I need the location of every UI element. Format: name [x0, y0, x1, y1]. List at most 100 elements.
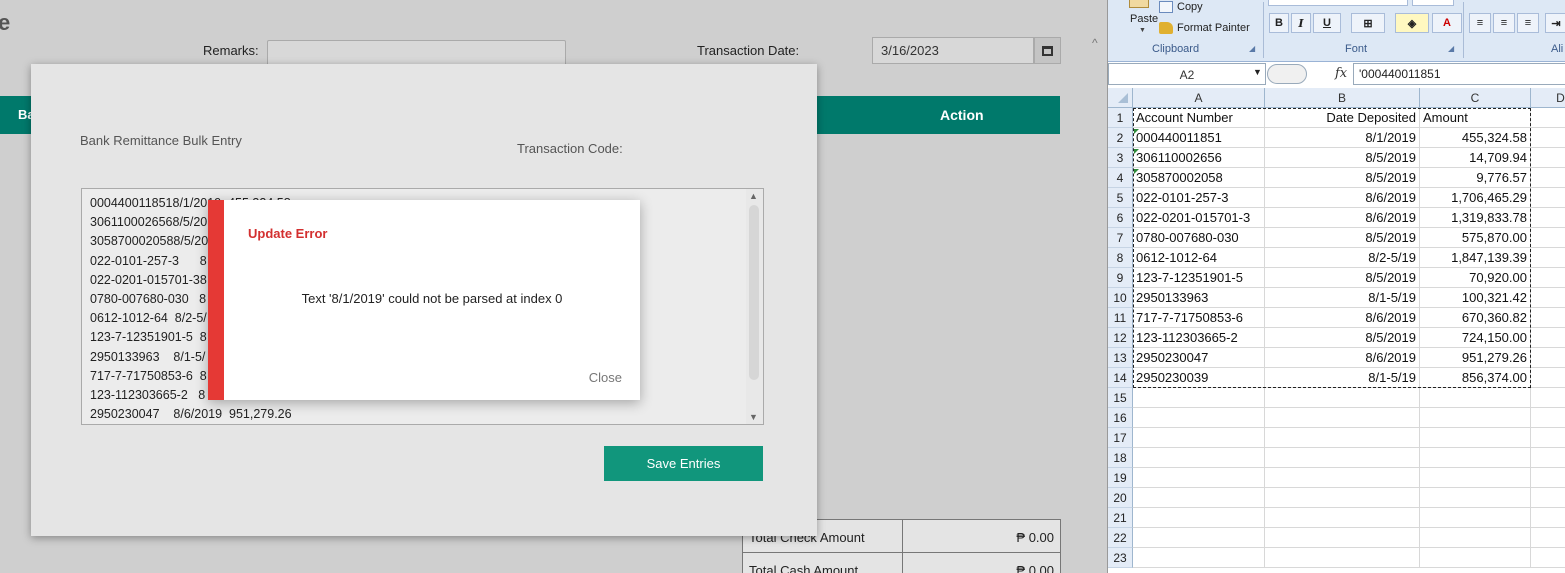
- cell-b18[interactable]: [1265, 448, 1420, 468]
- row-header[interactable]: 11: [1108, 308, 1133, 328]
- cell-d9[interactable]: [1531, 268, 1565, 288]
- scroll-up-arrow-icon[interactable]: ▲: [749, 191, 758, 201]
- cell-d2[interactable]: [1531, 128, 1565, 148]
- cell-b9[interactable]: 8/5/2019: [1265, 268, 1420, 288]
- cell-a5[interactable]: 022-0101-257-3: [1133, 188, 1265, 208]
- borders-button[interactable]: ⊞: [1351, 13, 1385, 33]
- cell-c5[interactable]: 1,706,465.29: [1420, 188, 1531, 208]
- cell-c1[interactable]: Amount: [1420, 108, 1531, 128]
- cell-a16[interactable]: [1133, 408, 1265, 428]
- cell-b23[interactable]: [1265, 548, 1420, 568]
- cell-c4[interactable]: 9,776.57: [1420, 168, 1531, 188]
- row-header[interactable]: 10: [1108, 288, 1133, 308]
- scroll-down-arrow-icon[interactable]: ▼: [749, 412, 758, 422]
- cell-d23[interactable]: [1531, 548, 1565, 568]
- cell-b15[interactable]: [1265, 388, 1420, 408]
- row-header[interactable]: 2: [1108, 128, 1133, 148]
- cell-a8[interactable]: 0612-1012-64: [1133, 248, 1265, 268]
- cell-c13[interactable]: 951,279.26: [1420, 348, 1531, 368]
- cell-d4[interactable]: [1531, 168, 1565, 188]
- cell-c17[interactable]: [1420, 428, 1531, 448]
- cell-b20[interactable]: [1265, 488, 1420, 508]
- cell-c18[interactable]: [1420, 448, 1531, 468]
- font-color-button[interactable]: A: [1432, 13, 1462, 33]
- align-right-button[interactable]: ≡: [1517, 13, 1539, 33]
- row-header[interactable]: 8: [1108, 248, 1133, 268]
- column-header-c[interactable]: C: [1420, 88, 1531, 108]
- row-header[interactable]: 5: [1108, 188, 1133, 208]
- cell-d8[interactable]: [1531, 248, 1565, 268]
- font-dialog-launcher-icon[interactable]: ◢: [1448, 44, 1454, 53]
- cell-c9[interactable]: 70,920.00: [1420, 268, 1531, 288]
- cell-b21[interactable]: [1265, 508, 1420, 528]
- chevron-down-icon[interactable]: ▼: [1139, 27, 1146, 34]
- cell-b6[interactable]: 8/6/2019: [1265, 208, 1420, 228]
- row-header[interactable]: 14: [1108, 368, 1133, 388]
- cell-a10[interactable]: 2950133963: [1133, 288, 1265, 308]
- cell-b11[interactable]: 8/6/2019: [1265, 308, 1420, 328]
- align-center-button[interactable]: ≡: [1493, 13, 1515, 33]
- remarks-input[interactable]: [267, 40, 566, 66]
- cell-c10[interactable]: 100,321.42: [1420, 288, 1531, 308]
- cell-c21[interactable]: [1420, 508, 1531, 528]
- formula-bar-expander[interactable]: [1267, 64, 1307, 84]
- name-box[interactable]: A2: [1108, 63, 1266, 85]
- cell-a3[interactable]: 306110002656: [1133, 148, 1265, 168]
- cell-d12[interactable]: [1531, 328, 1565, 348]
- cell-c11[interactable]: 670,360.82: [1420, 308, 1531, 328]
- row-header[interactable]: 13: [1108, 348, 1133, 368]
- cell-d6[interactable]: [1531, 208, 1565, 228]
- cell-b14[interactable]: 8/1-5/19: [1265, 368, 1420, 388]
- row-header[interactable]: 16: [1108, 408, 1133, 428]
- fill-color-button[interactable]: ◈: [1395, 13, 1429, 33]
- column-header-a[interactable]: A: [1133, 88, 1265, 108]
- cell-a1[interactable]: Account Number: [1133, 108, 1265, 128]
- column-header-d[interactable]: D: [1531, 88, 1565, 108]
- cell-d11[interactable]: [1531, 308, 1565, 328]
- cell-a23[interactable]: [1133, 548, 1265, 568]
- row-header[interactable]: 19: [1108, 468, 1133, 488]
- insert-function-icon[interactable]: fx: [1335, 66, 1347, 81]
- cell-c20[interactable]: [1420, 488, 1531, 508]
- cell-b8[interactable]: 8/2-5/19: [1265, 248, 1420, 268]
- row-header[interactable]: 7: [1108, 228, 1133, 248]
- row-header[interactable]: 9: [1108, 268, 1133, 288]
- cell-d14[interactable]: [1531, 368, 1565, 388]
- cell-a21[interactable]: [1133, 508, 1265, 528]
- italic-button[interactable]: I: [1291, 13, 1311, 33]
- cell-a2[interactable]: 000440011851: [1133, 128, 1265, 148]
- calendar-button[interactable]: [1034, 37, 1061, 64]
- align-left-button[interactable]: ≡: [1469, 13, 1491, 33]
- cell-a14[interactable]: 2950230039: [1133, 368, 1265, 388]
- cell-d13[interactable]: [1531, 348, 1565, 368]
- row-header[interactable]: 23: [1108, 548, 1133, 568]
- column-header-b[interactable]: B: [1265, 88, 1420, 108]
- cell-b3[interactable]: 8/5/2019: [1265, 148, 1420, 168]
- cell-a13[interactable]: 2950230047: [1133, 348, 1265, 368]
- row-header[interactable]: 21: [1108, 508, 1133, 528]
- cell-d21[interactable]: [1531, 508, 1565, 528]
- cell-a9[interactable]: 123-7-12351901-5: [1133, 268, 1265, 288]
- cell-d10[interactable]: [1531, 288, 1565, 308]
- row-header[interactable]: 15: [1108, 388, 1133, 408]
- indent-button[interactable]: ⇥: [1545, 13, 1565, 33]
- name-box-dropdown-icon[interactable]: ▼: [1253, 67, 1262, 77]
- bold-button[interactable]: B: [1269, 13, 1289, 33]
- cell-b10[interactable]: 8/1-5/19: [1265, 288, 1420, 308]
- cell-a18[interactable]: [1133, 448, 1265, 468]
- cell-c7[interactable]: 575,870.00: [1420, 228, 1531, 248]
- cell-b1[interactable]: Date Deposited: [1265, 108, 1420, 128]
- cell-b22[interactable]: [1265, 528, 1420, 548]
- row-header[interactable]: 18: [1108, 448, 1133, 468]
- row-header[interactable]: 4: [1108, 168, 1133, 188]
- dialog-launcher-icon[interactable]: ◢: [1249, 44, 1255, 53]
- textarea-scrollbar[interactable]: ▲ ▼: [746, 189, 763, 424]
- select-all-corner[interactable]: [1108, 88, 1133, 108]
- cell-d18[interactable]: [1531, 448, 1565, 468]
- cell-a4[interactable]: 305870002058: [1133, 168, 1265, 188]
- paste-button[interactable]: Paste ▼: [1117, 0, 1158, 40]
- format-painter-button[interactable]: Format Painter: [1159, 22, 1250, 34]
- row-header[interactable]: 20: [1108, 488, 1133, 508]
- cell-c22[interactable]: [1420, 528, 1531, 548]
- cell-c15[interactable]: [1420, 388, 1531, 408]
